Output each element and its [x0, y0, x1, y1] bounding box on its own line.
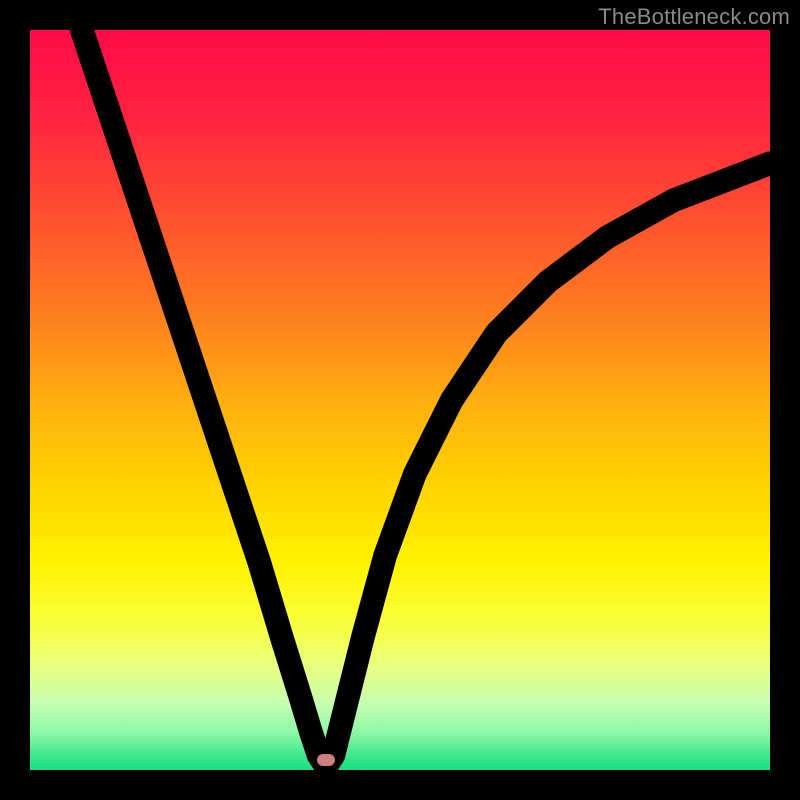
- watermark: TheBottleneck.com: [598, 4, 790, 30]
- chart-container: TheBottleneck.com: [0, 0, 800, 800]
- optimum-marker: [317, 754, 335, 766]
- bottleneck-curve: [30, 30, 770, 770]
- plot-area: [30, 30, 770, 770]
